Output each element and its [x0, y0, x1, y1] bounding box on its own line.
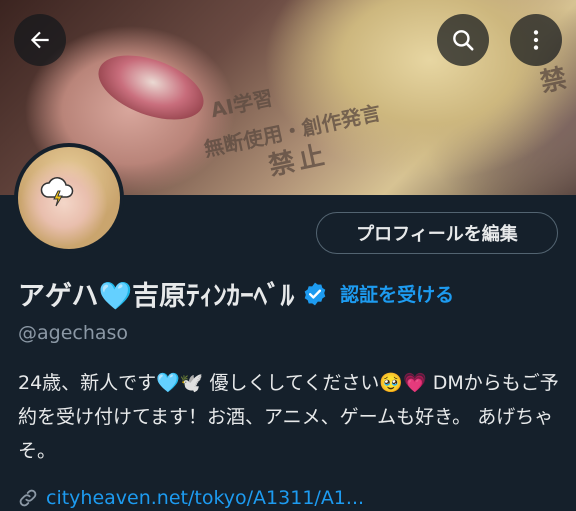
search-icon	[453, 30, 474, 51]
cloud-lightning-sticker	[40, 177, 74, 207]
link-icon	[19, 489, 37, 507]
banner-watermark: AI学習	[208, 85, 276, 123]
get-verified-link[interactable]: 認証を受ける	[340, 280, 454, 307]
user-handle: @agechaso	[18, 322, 129, 344]
website-link[interactable]: cityheaven.net/tokyo/A1311/A1...	[46, 487, 364, 509]
arrow-left-icon	[30, 31, 49, 49]
profile-bio: 24歳、新人です🩵🕊️ 優しくしてください🥹💗 DMからもご予約を受け付けてます…	[18, 372, 559, 462]
avatar[interactable]	[14, 143, 124, 253]
more-vertical-icon	[533, 30, 539, 50]
search-button[interactable]	[437, 14, 489, 66]
more-options-button[interactable]	[510, 14, 562, 66]
verified-badge-icon[interactable]	[302, 281, 328, 307]
avatar-image	[18, 147, 120, 249]
back-button[interactable]	[14, 14, 66, 66]
display-name: アゲハ🩵吉原ﾃｨﾝｶｰﾍﾞﾙ	[18, 281, 295, 312]
banner-photo-detail	[89, 42, 213, 133]
profile-website[interactable]: cityheaven.net/tokyo/A1311/A1...	[18, 487, 364, 509]
profile-name-row: アゲハ🩵吉原ﾃｨﾝｶｰﾍﾞﾙ 認証を受ける	[18, 274, 454, 313]
edit-profile-button[interactable]: プロフィールを編集	[316, 212, 558, 254]
